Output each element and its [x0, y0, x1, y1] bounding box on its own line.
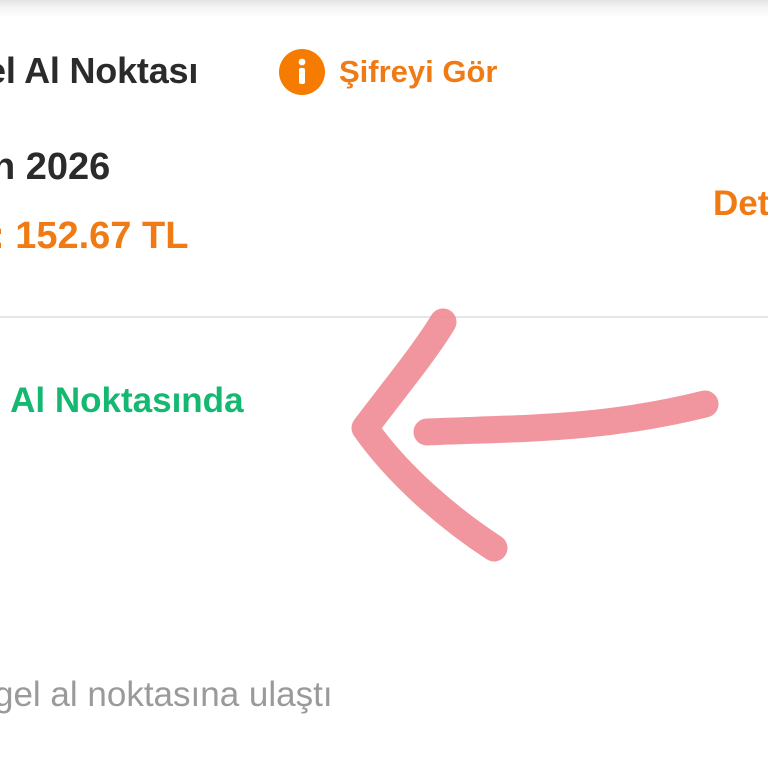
- section-divider: [0, 316, 768, 318]
- info-circle-icon: [279, 49, 325, 95]
- status-note: gel al noktasına ulaştı: [0, 675, 333, 714]
- show-password-link[interactable]: Şifreyi Gör: [279, 49, 498, 95]
- top-shadow: [0, 0, 768, 18]
- delivery-screen: el Al Noktası Şifreyi Gör n 2026 : 152.6…: [0, 0, 768, 768]
- delivery-point-title: el Al Noktası: [0, 50, 199, 91]
- amount-label: :: [0, 215, 5, 257]
- order-amount: : 152.67 TL: [0, 215, 188, 258]
- amount-value: 152.67 TL: [15, 215, 189, 257]
- delivery-date: n 2026: [0, 146, 111, 188]
- show-password-label: Şifreyi Gör: [339, 54, 498, 89]
- details-link[interactable]: Det: [713, 184, 768, 224]
- delivery-status: l Al Noktasında: [0, 381, 244, 420]
